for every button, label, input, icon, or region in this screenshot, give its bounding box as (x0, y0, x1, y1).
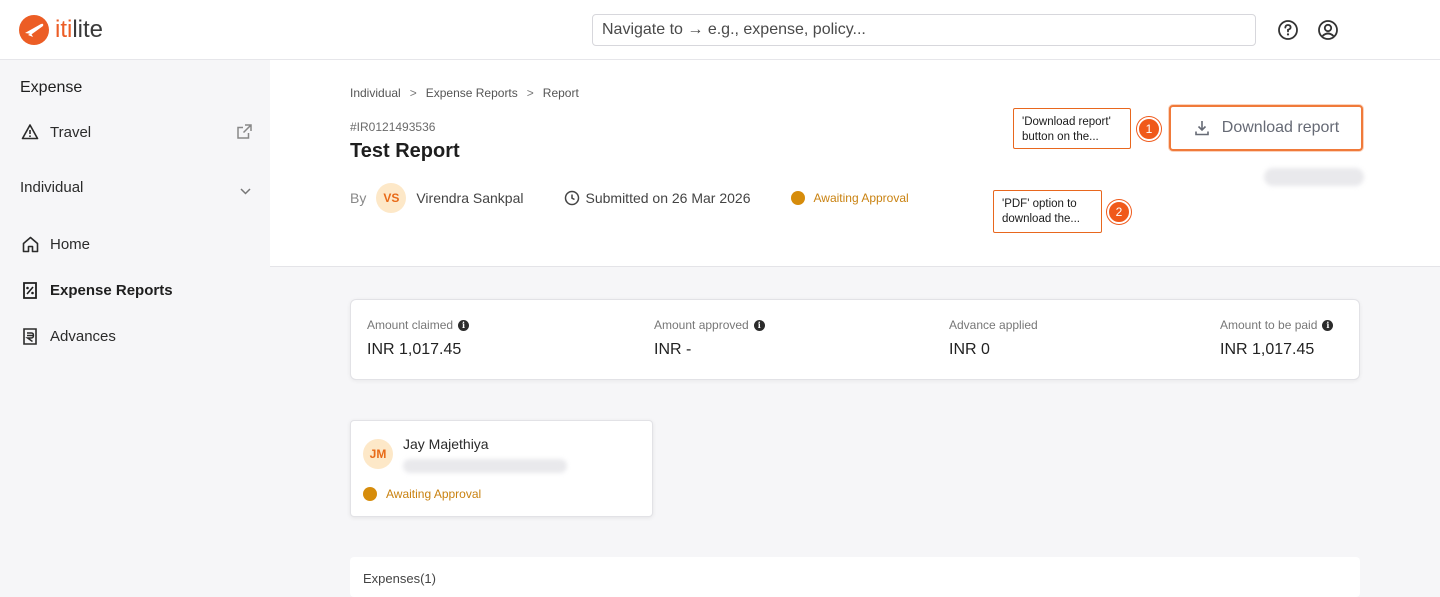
info-icon[interactable]: i (753, 319, 765, 331)
info-icon[interactable]: i (1322, 319, 1334, 331)
user-profile-icon[interactable] (1317, 19, 1339, 41)
page-title: Test Report (350, 140, 460, 162)
info-icon[interactable]: i (458, 319, 470, 331)
approver-name: Jay Majethiya (403, 436, 489, 452)
status-badge: Awaiting Approval (386, 487, 482, 501)
external-link-icon[interactable] (236, 123, 253, 145)
breadcrumb-item[interactable]: Expense Reports (426, 86, 518, 100)
itilite-logo[interactable]: itilite (19, 14, 103, 46)
breadcrumb-separator: > (409, 86, 417, 100)
plane-logo-icon (19, 15, 49, 45)
sidebar-section-individual[interactable]: Individual (20, 175, 83, 199)
status-dot-icon (790, 191, 805, 205)
sidebar-item-label: Advances (50, 327, 116, 345)
download-report-label: Download report (1221, 119, 1340, 136)
submitted-date: Submitted on 26 Mar 2026 (585, 190, 751, 206)
approver-status: Awaiting Approval (363, 487, 481, 501)
sidebar-item-label: Individual (20, 178, 84, 196)
sidebar-item-home[interactable]: Home (20, 232, 90, 256)
blurred-value (1264, 168, 1364, 186)
breadcrumb: Individual > Expense Reports > Report (350, 86, 579, 100)
chevron-down-icon[interactable] (239, 183, 252, 201)
callout-pdf-option: 'PDF' option to download the... (993, 190, 1102, 233)
by-label: By (350, 190, 367, 206)
expenses-title: Expenses(1) (363, 571, 436, 586)
summary-value: INR 1,017.45 (1220, 341, 1315, 358)
amount-to-be-paid: Amount to be paid i INR 1,017.45 (1220, 318, 1334, 359)
sidebar-item-label: Travel (50, 123, 92, 141)
expenses-section: Expenses(1) (350, 557, 1360, 597)
summary-label: Advance applied (949, 318, 1038, 332)
submitter-name: Virendra Sankpal (416, 190, 524, 206)
download-report-button[interactable]: Download report (1169, 105, 1363, 151)
amount-approved: Amount approved i INR - (654, 318, 765, 359)
navigate-search-input[interactable]: Navigate to → e.g., expense, policy... (592, 14, 1256, 46)
sidebar-item-travel[interactable]: Travel (20, 120, 91, 144)
summary-value: INR - (654, 341, 692, 358)
advance-applied: Advance applied INR 0 (949, 318, 1038, 359)
avatar: JM (363, 439, 393, 469)
report-meta: By VS Virendra Sankpal Submitted on 26 M… (350, 183, 909, 213)
sidebar-item-label: Home (50, 235, 91, 253)
sidebar-item-advances[interactable]: Advances (20, 324, 116, 348)
summary-label: Amount approved (654, 318, 749, 332)
sidebar-item-expense-reports[interactable]: Expense Reports (20, 278, 173, 302)
summary-value: INR 0 (949, 341, 990, 358)
callout-number-badge: 1 (1137, 117, 1161, 141)
summary-label: Amount to be paid (1220, 318, 1318, 332)
home-icon (20, 234, 40, 254)
sidebar-heading: Expense (20, 79, 83, 96)
report-header: Individual > Expense Reports > Report #I… (270, 60, 1440, 267)
amount-summary-card: Amount claimed i INR 1,017.45 Amount appr… (350, 299, 1360, 380)
warning-triangle-icon (20, 122, 40, 142)
breadcrumb-item: Report (542, 86, 579, 100)
clock-icon (564, 190, 580, 206)
sidebar-item-label: Expense Reports (50, 281, 173, 299)
logo-text: itilite (55, 16, 104, 43)
blurred-email (403, 459, 567, 473)
amount-claimed: Amount claimed i INR 1,017.45 (367, 318, 470, 359)
summary-value: INR 1,017.45 (367, 341, 462, 358)
callout-download-report: 'Download report' button on the... (1013, 108, 1131, 149)
expense-report-icon (20, 280, 40, 300)
breadcrumb-separator: > (526, 86, 534, 100)
top-bar: itilite Navigate to → e.g., expense, pol… (0, 0, 1440, 60)
help-icon[interactable] (1277, 19, 1299, 41)
report-id: #IR0121493536 (350, 120, 436, 134)
summary-label: Amount claimed (367, 318, 454, 332)
status-badge: Awaiting Approval (813, 191, 909, 205)
callout-number-badge: 2 (1107, 200, 1131, 224)
sidebar: Expense Travel Individual Home Expense R… (0, 60, 270, 578)
download-icon (1194, 121, 1209, 136)
approver-card: JM Jay Majethiya Awaiting Approval (350, 420, 653, 517)
breadcrumb-item[interactable]: Individual (350, 86, 401, 100)
avatar: VS (376, 183, 407, 213)
advances-icon (20, 326, 40, 346)
status-dot-icon (363, 487, 377, 501)
